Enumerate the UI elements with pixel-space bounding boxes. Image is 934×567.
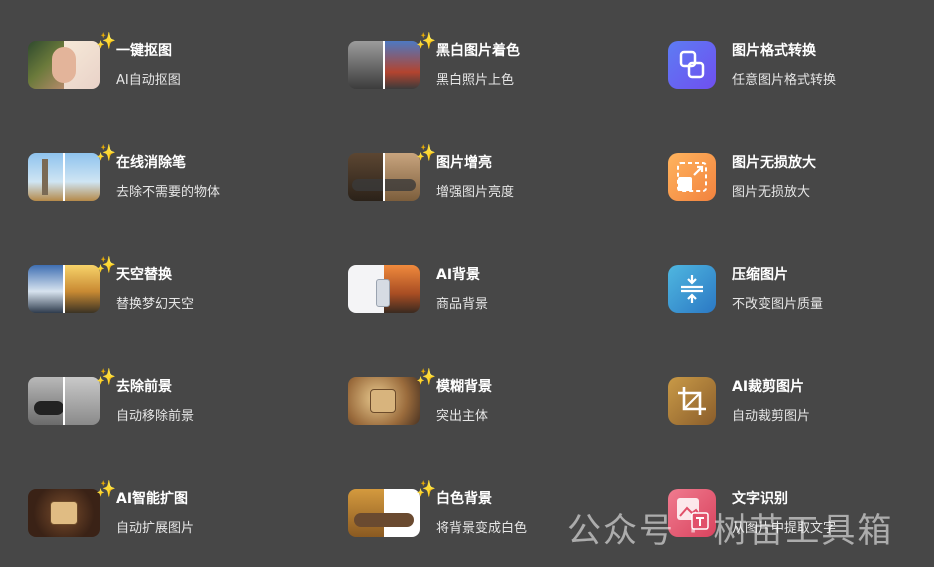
tool-desc: 不改变图片质量 <box>732 297 824 312</box>
sparkle-icon: ✨ <box>96 255 116 274</box>
tool-ai-crop[interactable]: AI裁剪图片 自动裁剪图片 <box>668 377 934 433</box>
tool-ai-background[interactable]: AI背景 商品背景 <box>348 265 648 321</box>
tool-title: 模糊背景 <box>436 379 492 395</box>
tool-desc: 自动移除前景 <box>116 409 195 424</box>
tool-desc: 将背景变成白色 <box>436 521 528 536</box>
tool-title: 图片增亮 <box>436 155 492 171</box>
tool-title: AI背景 <box>436 267 481 283</box>
tool-desc: 自动裁剪图片 <box>732 409 811 424</box>
format-convert-icon <box>668 41 716 89</box>
tool-blur-background[interactable]: ✨ 模糊背景 突出主体 <box>348 369 648 433</box>
tool-title: 图片无损放大 <box>732 155 816 171</box>
cutout-thumbnail <box>28 41 100 89</box>
crop-icon <box>668 377 716 425</box>
eraser-thumbnail <box>28 153 100 201</box>
tool-remove-foreground[interactable]: ✨ 去除前景 自动移除前景 <box>28 369 328 433</box>
tool-format-convert[interactable]: 图片格式转换 任意图片格式转换 <box>668 41 934 97</box>
tool-title: 图片格式转换 <box>732 43 816 59</box>
tool-title: 压缩图片 <box>732 267 788 283</box>
tool-desc: 任意图片格式转换 <box>732 73 837 88</box>
tool-desc: 图片无损放大 <box>732 185 811 200</box>
remove-foreground-thumbnail <box>28 377 100 425</box>
tool-bw-colorize[interactable]: ✨ 黑白图片着色 黑白照片上色 <box>348 33 648 97</box>
tool-desc: 增强图片亮度 <box>436 185 515 200</box>
upscale-icon <box>668 153 716 201</box>
brighten-thumbnail <box>348 153 420 201</box>
tool-desc: 去除不需要的物体 <box>116 185 221 200</box>
tool-desc: 自动扩展图片 <box>116 521 195 536</box>
sparkle-icon: ✨ <box>96 479 116 498</box>
tool-title: AI智能扩图 <box>116 491 189 507</box>
tool-desc: AI自动抠图 <box>116 73 181 88</box>
compress-icon <box>668 265 716 313</box>
tool-desc: 替换梦幻天空 <box>116 297 195 312</box>
tool-title: 在线消除笔 <box>116 155 186 171</box>
tool-title: 一键抠图 <box>116 43 172 59</box>
tool-desc: 黑白照片上色 <box>436 73 515 88</box>
blur-background-thumbnail <box>348 377 420 425</box>
tool-title: 黑白图片着色 <box>436 43 520 59</box>
tool-desc: 突出主体 <box>436 409 489 424</box>
expand-thumbnail <box>28 489 100 537</box>
sparkle-icon: ✨ <box>96 31 116 50</box>
tool-eraser[interactable]: ✨ 在线消除笔 去除不需要的物体 <box>28 145 328 209</box>
tool-title: 天空替换 <box>116 267 172 283</box>
tool-title: 白色背景 <box>436 491 492 507</box>
watermark: 公众号 · 树苗工具箱 <box>567 511 894 551</box>
sparkle-icon: ✨ <box>96 143 116 162</box>
tool-ai-expand[interactable]: ✨ AI智能扩图 自动扩展图片 <box>28 481 328 545</box>
tool-sky-replace[interactable]: ✨ 天空替换 替换梦幻天空 <box>28 257 328 321</box>
sparkle-icon: ✨ <box>416 143 436 162</box>
sparkle-icon: ✨ <box>96 367 116 386</box>
tool-title: 去除前景 <box>116 379 172 395</box>
white-background-thumbnail <box>348 489 420 537</box>
ai-background-thumbnail <box>348 265 420 313</box>
sky-thumbnail <box>28 265 100 313</box>
tool-compress[interactable]: 压缩图片 不改变图片质量 <box>668 265 934 321</box>
tool-brighten[interactable]: ✨ 图片增亮 增强图片亮度 <box>348 145 648 209</box>
tool-lossless-upscale[interactable]: 图片无损放大 图片无损放大 <box>668 153 934 209</box>
colorize-thumbnail <box>348 41 420 89</box>
tool-title: AI裁剪图片 <box>732 379 805 395</box>
sparkle-icon: ✨ <box>416 367 436 386</box>
tool-one-click-cutout[interactable]: ✨ 一键抠图 AI自动抠图 <box>28 33 328 97</box>
tool-desc: 商品背景 <box>436 297 489 312</box>
sparkle-icon: ✨ <box>416 31 436 50</box>
sparkle-icon: ✨ <box>416 479 436 498</box>
